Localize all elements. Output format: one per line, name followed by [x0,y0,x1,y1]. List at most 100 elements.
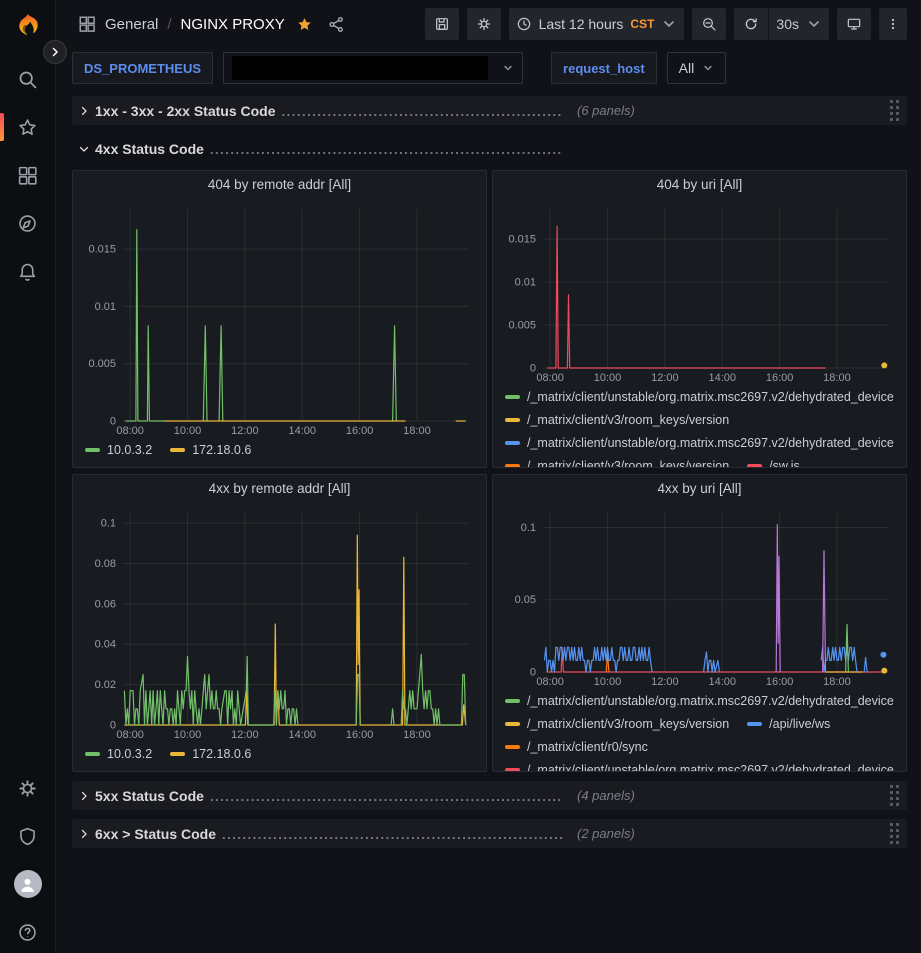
sidebar-expand-button[interactable] [43,40,67,64]
panel-4xx-by-remote-addr: 4xx by remote addr [All] 00.020.040.060.… [72,474,487,772]
grafana-logo-icon[interactable] [13,12,43,42]
legend-item[interactable]: /_matrix/client/r0/sync [505,738,648,755]
legend-item[interactable]: /api/live/ws [747,715,830,732]
sidebar-item-dashboards[interactable] [0,164,55,186]
chevron-right-icon [78,828,90,840]
row-panel-count: (4 panels) [577,788,635,803]
svg-text:12:00: 12:00 [651,372,679,384]
svg-text:10:00: 10:00 [594,676,622,688]
panel-404-by-uri: 404 by uri [All] 00.0050.010.01508:0010:… [492,170,907,468]
legend-label: 172.18.0.6 [192,747,251,761]
timezone-label: CST [630,17,654,31]
row-drag-handle-icon[interactable] [890,100,899,121]
timeseries-chart[interactable]: 00.0050.010.01508:0010:0012:0014:0016:00… [503,201,896,386]
chevron-down-icon [702,62,714,74]
refresh-interval-picker[interactable]: 30s [769,8,829,40]
legend-label: /_matrix/client/r0/sync [527,740,648,754]
timeseries-chart[interactable]: 00.0050.010.01508:0010:0012:0014:0016:00… [83,201,476,439]
tv-mode-button[interactable] [837,8,871,40]
row-1xx-3xx-2xx[interactable]: 1xx - 3xx - 2xx Status Code ............… [72,96,907,125]
avatar [14,870,42,898]
legend-item[interactable]: /_matrix/client/unstable/org.matrix.msc2… [505,761,894,772]
svg-text:08:00: 08:00 [536,676,564,688]
legend-swatch [85,448,100,452]
more-options-button[interactable] [879,8,907,40]
legend-item[interactable]: /_matrix/client/v3/room_keys/version [505,411,729,428]
svg-text:08:00: 08:00 [536,372,564,384]
chevron-down-icon [502,62,514,74]
share-icon[interactable] [328,16,345,33]
redacted-datasource-value [232,56,488,80]
sidebar-item-explore[interactable] [0,212,55,234]
legend-item[interactable]: /_matrix/client/unstable/org.matrix.msc2… [505,434,894,451]
dashboard-settings-button[interactable] [467,8,501,40]
legend-label: /_matrix/client/unstable/org.matrix.msc2… [527,436,894,450]
time-range-picker[interactable]: Last 12 hours CST [509,8,685,40]
sidebar-item-profile[interactable] [0,873,55,895]
legend-item[interactable]: /_matrix/client/v3/room_keys/version [505,715,729,732]
legend-item[interactable]: 172.18.0.6 [170,441,251,458]
svg-text:0: 0 [530,363,536,375]
svg-text:14:00: 14:00 [288,729,316,741]
request-host-select[interactable]: All [667,52,727,84]
dashboard-canvas: 1xx - 3xx - 2xx Status Code ............… [56,88,921,953]
legend-item[interactable]: 10.0.3.2 [85,745,152,762]
legend-item[interactable]: /_matrix/client/unstable/org.matrix.msc2… [505,388,894,405]
panel-title[interactable]: 4xx by remote addr [All] [83,481,476,505]
panel-title[interactable]: 4xx by uri [All] [503,481,896,505]
zoom-out-time-button[interactable] [692,8,726,40]
legend-label: /_matrix/client/unstable/org.matrix.msc2… [527,763,894,773]
row-6xx[interactable]: 6xx > Status Code ......................… [72,819,907,848]
save-dashboard-button[interactable] [425,8,459,40]
svg-text:0.02: 0.02 [95,679,116,691]
sidebar-item-server-admin[interactable] [0,825,55,847]
apps-icon[interactable] [78,15,96,33]
legend-item[interactable]: /_matrix/client/v3/room_keys/version [505,457,729,468]
svg-text:0.05: 0.05 [515,594,536,606]
panel-legend: 10.0.3.2 172.18.0.6 [83,745,476,762]
sidebar-item-search[interactable] [0,68,55,90]
datasource-select[interactable] [223,52,523,84]
legend-item[interactable]: /sw.js [747,457,800,468]
gear-icon [476,16,492,32]
svg-text:0.015: 0.015 [508,234,536,246]
refresh-icon [743,16,759,32]
row-panel-count: (2 panels) [577,826,635,841]
panel-title[interactable]: 404 by uri [All] [503,177,896,201]
svg-text:14:00: 14:00 [708,372,736,384]
sidebar-item-help[interactable] [0,921,55,943]
row-drag-handle-icon[interactable] [890,823,899,844]
svg-text:0.1: 0.1 [521,522,536,534]
row-5xx[interactable]: 5xx Status Code ........................… [72,781,907,810]
chevron-down-icon [78,143,90,155]
timeseries-chart[interactable]: 00.020.040.060.080.108:0010:0012:0014:00… [83,505,476,743]
legend-item[interactable]: 10.0.3.2 [85,441,152,458]
favorite-star-icon[interactable] [296,16,313,33]
svg-text:18:00: 18:00 [823,676,851,688]
chevron-down-icon [661,16,677,32]
svg-text:12:00: 12:00 [651,676,679,688]
svg-text:0: 0 [110,416,116,428]
refresh-group: 30s [734,8,829,40]
legend-item[interactable]: /_matrix/client/unstable/org.matrix.msc2… [505,692,894,709]
timeseries-chart[interactable]: 00.050.108:0010:0012:0014:0016:0018:00 [503,505,896,690]
svg-text:12:00: 12:00 [231,425,259,437]
sidebar-item-alerting[interactable] [0,260,55,282]
refresh-button[interactable] [734,8,768,40]
sidebar-item-starred[interactable] [0,116,55,138]
dashboard-header: General / NGINX PROXY Last 12 hours CST [56,0,921,48]
chart-svg: 00.0050.010.01508:0010:0012:0014:0016:00… [503,201,896,386]
breadcrumb-dashboard-title[interactable]: NGINX PROXY [181,16,285,33]
legend-swatch [505,418,520,422]
svg-text:14:00: 14:00 [708,676,736,688]
svg-text:0.01: 0.01 [95,301,116,313]
breadcrumb-folder[interactable]: General [105,16,158,33]
row-drag-handle-icon[interactable] [890,785,899,806]
row-dots-leader: ........................................… [210,789,563,804]
legend-label: 172.18.0.6 [192,443,251,457]
compass-icon [17,213,38,234]
row-4xx[interactable]: 4xx Status Code ........................… [72,134,907,163]
panel-title[interactable]: 404 by remote addr [All] [83,177,476,201]
legend-item[interactable]: 172.18.0.6 [170,745,251,762]
sidebar-item-configuration[interactable] [0,777,55,799]
